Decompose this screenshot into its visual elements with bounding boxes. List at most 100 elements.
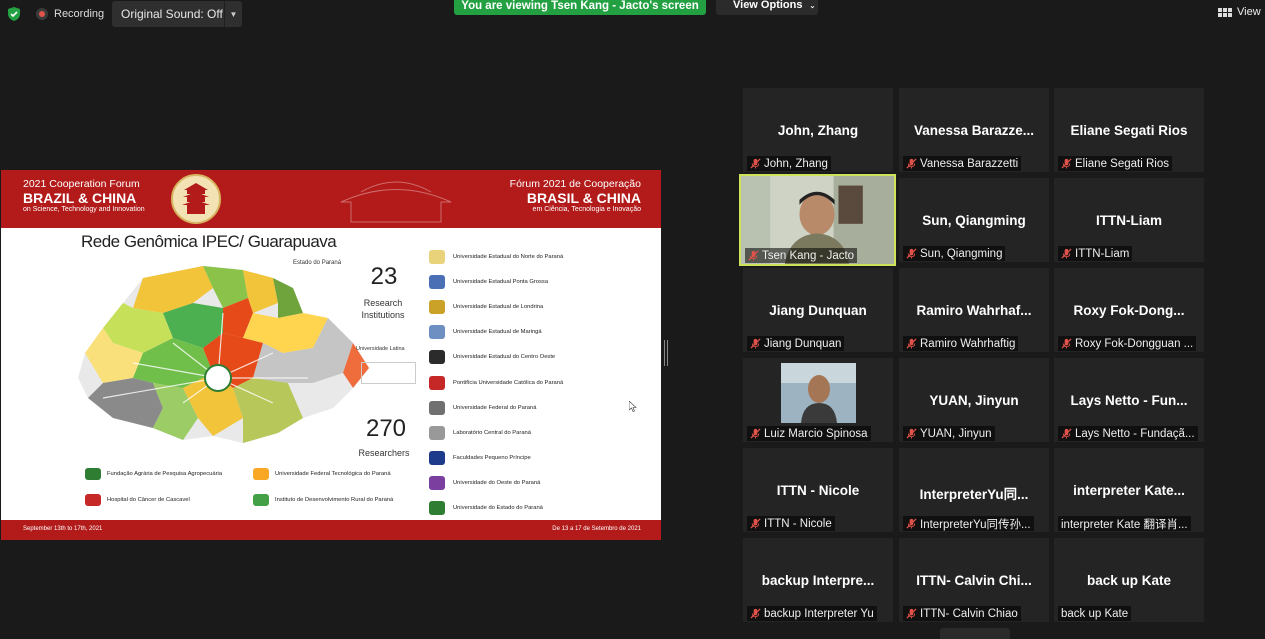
muted-mic-icon (906, 608, 917, 619)
institution-logo (429, 451, 445, 466)
participant-caption-name: Jiang Dunquan (764, 337, 842, 350)
participant-tile[interactable]: ITTN- Calvin Chi... ITTN- Calvin Chiao (899, 538, 1049, 622)
participant-caption: ITTN-Liam (1058, 246, 1133, 261)
participant-caption-name: ITTN - Nicole (764, 517, 832, 530)
participant-name: interpreter Kate... (1073, 483, 1185, 498)
footer-right: De 13 a 17 de Setembro de 2021 (552, 526, 641, 532)
muted-mic-icon (906, 428, 917, 439)
participant-tile[interactable]: backup Interpre... backup Interpreter Yu (743, 538, 893, 622)
list-item: Universidade Estadual de Londrina (429, 294, 659, 319)
institution-logo (429, 425, 445, 440)
institution-logo (429, 274, 445, 289)
participant-tile[interactable]: ITTN-Liam ITTN-Liam (1054, 178, 1204, 262)
header-right-line3: em Ciência, Tecnologia e Inovação (532, 206, 641, 213)
institution-logo (429, 299, 445, 314)
participant-name: ITTN- Calvin Chi... (916, 573, 1032, 588)
header-left-line1: 2021 Cooperation Forum (23, 178, 140, 190)
institution-logo (429, 476, 445, 491)
participant-caption-name: Eliane Segati Rios (1075, 157, 1169, 170)
participant-caption: back up Kate (1058, 606, 1132, 621)
view-options-button[interactable]: View Options ⌄ (716, 0, 818, 15)
institution-name: Universidade do Estado do Paraná (453, 505, 543, 512)
header-right-line1: Fórum 2021 de Cooperação (509, 178, 641, 190)
header-left-text: 2021 Cooperation Forum BRAZIL & CHINA on… (23, 178, 145, 213)
participant-caption: Luiz Marcio Spinosa (747, 426, 871, 441)
original-sound-button[interactable]: Original Sound: Off ▼ (112, 1, 242, 27)
participant-name: John, Zhang (777, 123, 859, 138)
participant-caption: backup Interpreter Yu (747, 606, 877, 621)
participant-tile[interactable]: interpreter Kate... interpreter Kate 翻译肖.… (1054, 448, 1204, 532)
viewing-screen-banner: You are viewing Tsen Kang - Jacto's scre… (454, 0, 706, 15)
participant-caption-name: Vanessa Barazzetti (920, 157, 1019, 170)
participant-caption-name: Ramiro Wahrhaftig (920, 337, 1016, 350)
participant-tile[interactable]: Sun, Qiangming Sun, Qiangming (899, 178, 1049, 262)
pagoda-decoration-icon (340, 181, 452, 223)
institution-list: Universidade Estadual do Norte do Paraná… (429, 244, 659, 521)
recording-indicator[interactable]: Recording (36, 5, 104, 23)
recording-dot-icon (36, 8, 48, 20)
chevron-down-icon[interactable]: ▼ (225, 10, 242, 19)
security-shield-icon[interactable] (6, 6, 22, 22)
participant-caption: Eliane Segati Rios (1058, 156, 1172, 171)
participant-tile[interactable]: YUAN, Jinyun YUAN, Jinyun (899, 358, 1049, 442)
shared-screen[interactable]: 2021 Cooperation Forum BRAZIL & CHINA on… (1, 170, 661, 540)
split-resize-handle[interactable] (664, 340, 668, 366)
participant-tile[interactable]: Roxy Fok-Dong... Roxy Fok-Dongguan ... (1054, 268, 1204, 352)
participant-caption-name: back up Kate (1061, 607, 1129, 620)
muted-mic-icon (1061, 338, 1072, 349)
list-item: Universidade Estadual Ponta Grossa (429, 269, 659, 294)
participant-tile[interactable]: Luiz Marcio Spinosa (743, 358, 893, 442)
header-right-line2: BRASIL & CHINA (526, 190, 641, 206)
participant-caption: YUAN, Jinyun (903, 426, 995, 441)
institution-logo (429, 400, 445, 415)
participant-caption-name: InterpreterYu同传孙... (920, 518, 1031, 531)
participant-tile[interactable]: Eliane Segati Rios Eliane Segati Rios (1054, 88, 1204, 172)
mouse-cursor-icon (629, 401, 637, 412)
chevron-down-icon: ⌄ (809, 3, 816, 10)
header-left-line3: on Science, Technology and Innovation (23, 206, 145, 213)
participant-tile[interactable]: Ramiro Wahrhaf... Ramiro Wahrhaftig (899, 268, 1049, 352)
stat-institutions-caption: Research Institutions (361, 298, 405, 320)
participant-caption-name: Tsen Kang - Jacto (762, 249, 855, 262)
muted-mic-icon (906, 338, 917, 349)
participant-tile[interactable]: InterpreterYu同... InterpreterYu同传孙... (899, 448, 1049, 532)
participant-caption-name: John, Zhang (764, 157, 828, 170)
participant-tile[interactable]: back up Kate back up Kate (1054, 538, 1204, 622)
participant-caption-name: ITTN- Calvin Chiao (920, 607, 1018, 620)
gallery-page-control[interactable] (940, 628, 1010, 639)
view-button[interactable]: View (1218, 6, 1261, 18)
list-item: Fundação Agrária de Pesquisa Agropecuári… (85, 468, 222, 480)
list-item: Hospital do Câncer de Cascavel (85, 494, 190, 506)
list-item: Universidade Federal Tecnológica do Para… (253, 468, 391, 480)
institution-name: Instituto de Desenvolvimento Rural do Pa… (275, 497, 394, 503)
institution-name: Universidade Estadual de Londrina (453, 303, 544, 310)
muted-mic-icon (1061, 248, 1072, 259)
participant-caption: Roxy Fok-Dongguan ... (1058, 336, 1197, 351)
muted-mic-icon (1061, 428, 1072, 439)
participant-caption: ITTN- Calvin Chiao (903, 606, 1021, 621)
header-left-line2: BRAZIL & CHINA (23, 190, 137, 206)
participant-tile[interactable]: Vanessa Barazze... Vanessa Barazzetti (899, 88, 1049, 172)
stat-institutions-number: 23 (370, 263, 398, 290)
list-item: Faculdades Pequeno Príncipe (429, 446, 659, 471)
participant-name: InterpreterYu同... (919, 487, 1029, 502)
participant-name: Jiang Dunquan (769, 303, 867, 318)
muted-mic-icon (750, 158, 761, 169)
participant-tile[interactable]: Jiang Dunquan Jiang Dunquan (743, 268, 893, 352)
list-item: Instituto de Desenvolvimento Rural do Pa… (253, 494, 393, 506)
participant-tile[interactable]: John, Zhang John, Zhang (743, 88, 893, 172)
participant-name: ITTN - Nicole (776, 483, 860, 498)
list-item: Universidade do Estado do Paraná (429, 496, 659, 521)
participant-tile[interactable]: Tsen Kang - Jacto (739, 174, 896, 266)
slide-title: Rede Genômica IPEC/ Guarapuava (81, 232, 337, 251)
participant-name: Eliane Segati Rios (1070, 123, 1188, 138)
original-sound-label: Original Sound: Off (121, 7, 223, 21)
institution-logo (429, 325, 445, 340)
participant-tile[interactable]: Lays Netto - Fun... Lays Netto - Fundaçã.… (1054, 358, 1204, 442)
participant-caption: Ramiro Wahrhaftig (903, 336, 1019, 351)
participant-caption: John, Zhang (747, 156, 831, 171)
participant-caption-name: Lays Netto - Fundaçã... (1075, 427, 1195, 440)
slide-footer: September 13th to 17th, 2021 De 13 a 17 … (1, 520, 661, 540)
participant-tile[interactable]: ITTN - Nicole ITTN - Nicole (743, 448, 893, 532)
participant-caption-name: Sun, Qiangming (920, 247, 1003, 260)
